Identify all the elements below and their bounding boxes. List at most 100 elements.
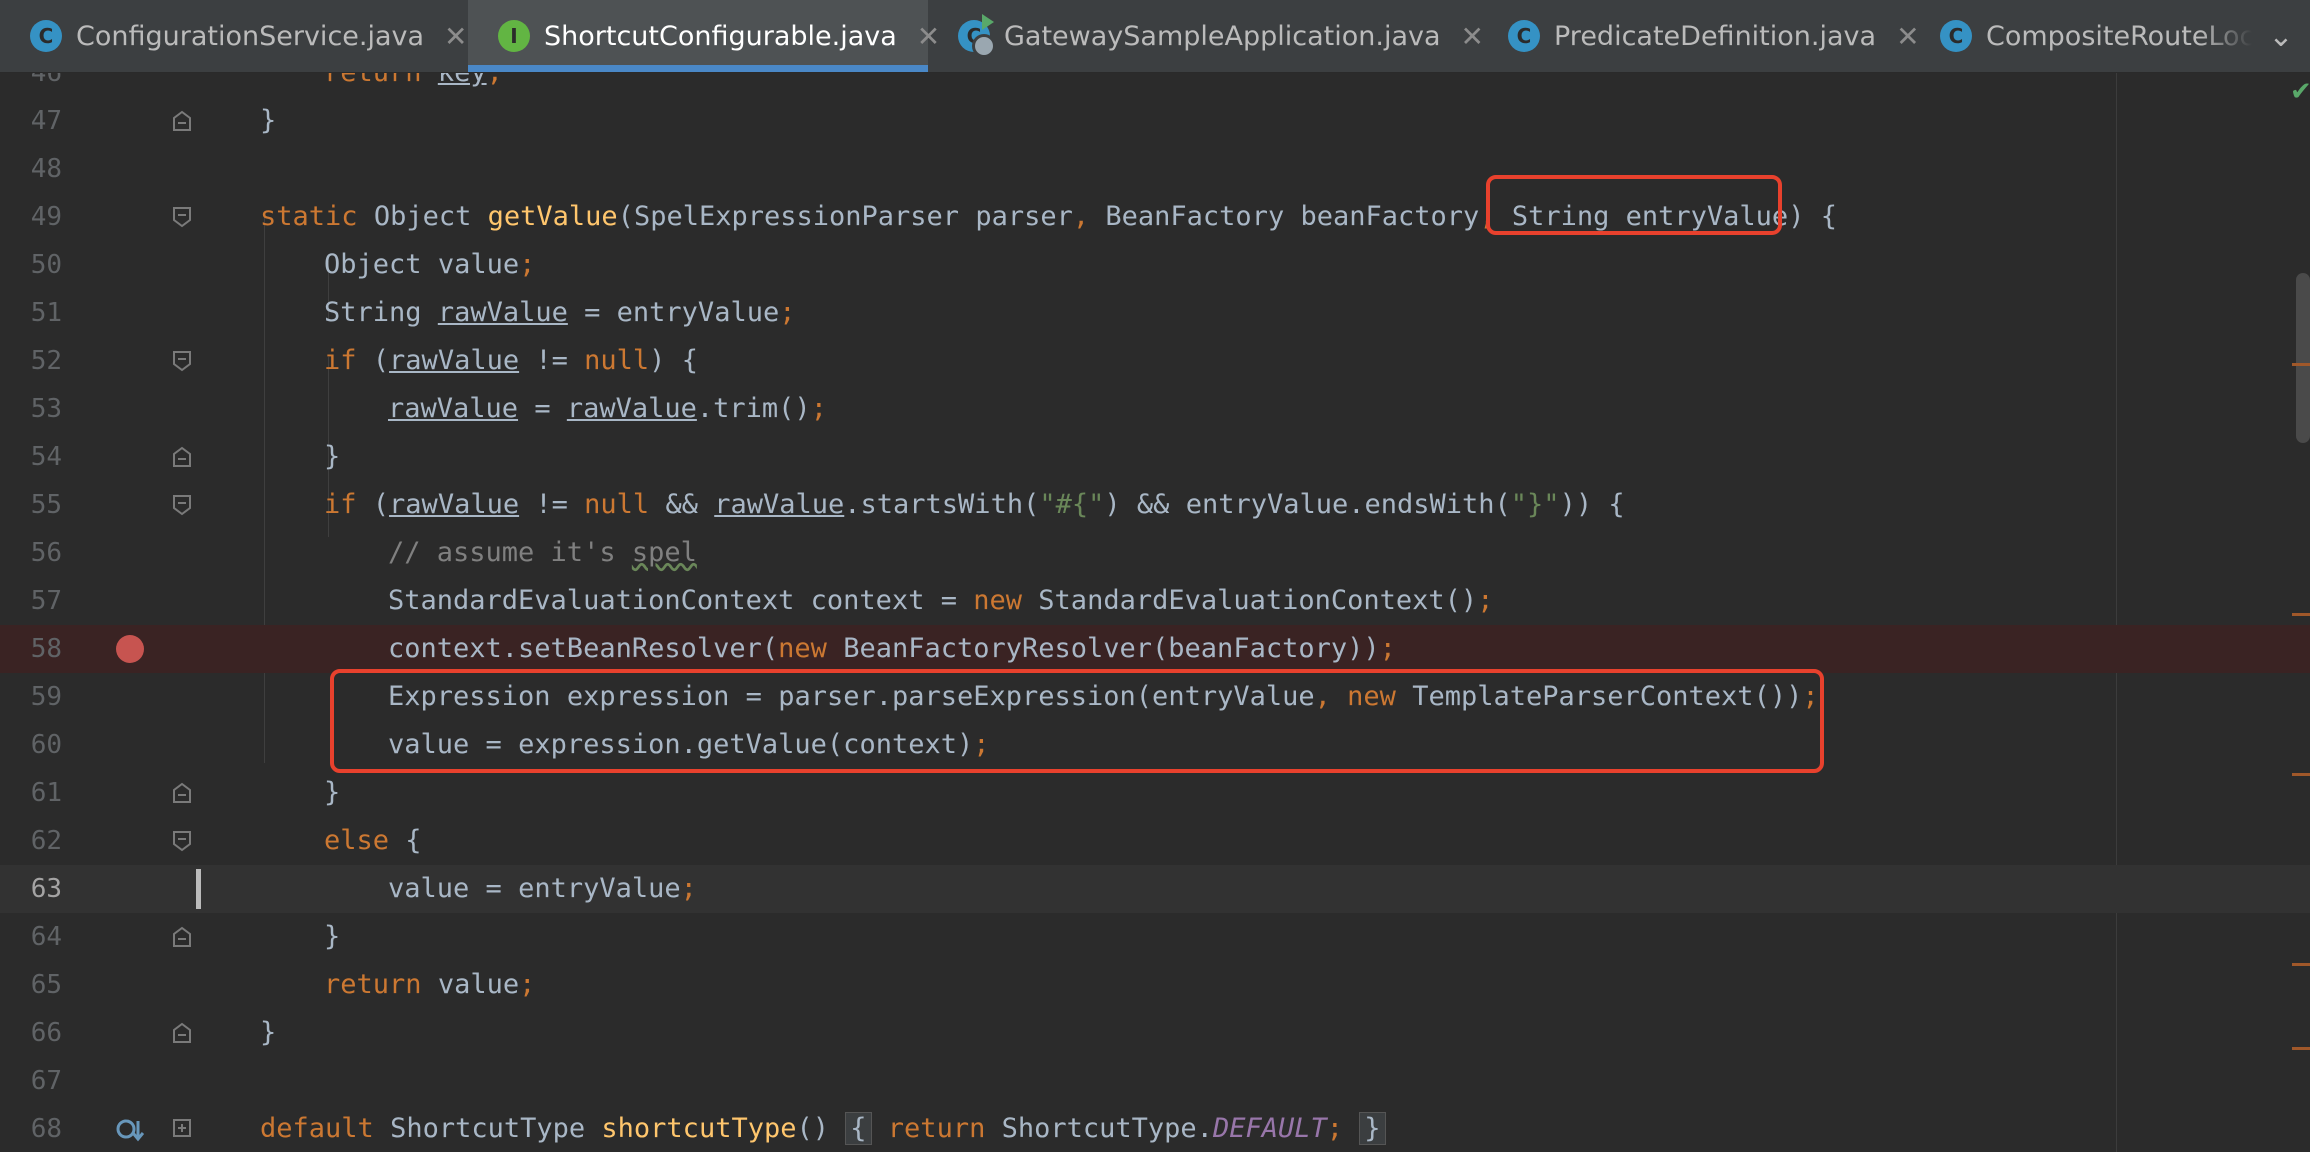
line-text: } [260, 1009, 276, 1057]
line-number: 66 [30, 1018, 62, 1048]
keyword: else [324, 825, 390, 856]
code-line[interactable]: 50 Object value; [0, 241, 2310, 289]
token: ShortcutType. [1001, 1113, 1213, 1144]
code-line[interactable]: 52 if (rawValue != null) { [0, 337, 2310, 385]
token: beanFactory [1300, 201, 1480, 232]
class-icon: C [1940, 20, 1972, 52]
code-line[interactable]: 47 } [0, 97, 2310, 145]
line-text: value = entryValue; [388, 865, 697, 913]
code-line-breakpoint[interactable]: 58 context.setBeanResolver(new BeanFacto… [0, 625, 2310, 673]
token: ; [810, 393, 827, 424]
line-number: 67 [30, 1066, 62, 1096]
token: key [438, 73, 487, 88]
line-number: 65 [30, 970, 62, 1000]
tab-shortcut-configurable[interactable]: I ShortcutConfigurable.java ✕ [468, 0, 940, 72]
line-text: String rawValue = entryValue; [324, 289, 795, 337]
token: } [324, 777, 341, 808]
chevron-down-icon[interactable]: ⌄ [2252, 0, 2310, 72]
code-line-current[interactable]: 63 value = entryValue; [0, 865, 2310, 913]
token: && [665, 489, 698, 520]
code-line[interactable]: 62 else { [0, 817, 2310, 865]
keyword: static [260, 201, 358, 232]
error-stripe-marker[interactable] [2292, 963, 2310, 966]
close-icon[interactable]: ✕ [444, 20, 467, 53]
token: ShortcutType [390, 1113, 586, 1144]
code-line[interactable]: 57 StandardEvaluationContext context = n… [0, 577, 2310, 625]
code-line[interactable]: 54 } [0, 433, 2310, 481]
line-number: 48 [30, 154, 62, 184]
code-line[interactable]: 65 return value; [0, 961, 2310, 1009]
token: ; [779, 297, 796, 328]
editor-tab-bar: C ConfigurationService.java ✕ I Shortcut… [0, 0, 2310, 73]
token: ; [1326, 1113, 1343, 1144]
fold-start-icon[interactable] [172, 350, 192, 372]
tab-fade [2200, 0, 2252, 72]
code-line[interactable]: 53 rawValue = rawValue.trim(); [0, 385, 2310, 433]
keyword: return [324, 73, 422, 88]
token: ( [617, 201, 634, 232]
token: { [405, 825, 422, 856]
error-stripe-marker[interactable] [2292, 613, 2310, 616]
code-line[interactable]: 64 } [0, 913, 2310, 961]
token: = [534, 393, 551, 424]
code-line[interactable]: 46 return key; [0, 73, 2310, 97]
line-number: 50 [30, 250, 62, 280]
code-line[interactable]: 66 } [0, 1009, 2310, 1057]
token: context [810, 585, 925, 616]
code-line[interactable]: 56 // assume it's spel [0, 529, 2310, 577]
fold-end-icon[interactable] [172, 110, 192, 132]
token: entryValue [518, 873, 681, 904]
error-stripe-marker[interactable] [2292, 773, 2310, 776]
fold-end-icon[interactable] [172, 446, 192, 468]
code-line[interactable]: 61 } [0, 769, 2310, 817]
line-text: Object value; [324, 241, 535, 289]
line-text: if (rawValue != null) { [324, 337, 698, 385]
fold-start-icon[interactable] [172, 494, 192, 516]
code-line[interactable]: 49 static Object getValue(SpelExpression… [0, 193, 2310, 241]
token: ; [519, 249, 536, 280]
token: } [260, 1017, 277, 1048]
tab-configuration-service[interactable]: C ConfigurationService.java ✕ [0, 0, 468, 72]
line-number: 53 [30, 394, 62, 424]
run-icon [982, 14, 994, 30]
line-number: 62 [30, 826, 62, 856]
line-number: 60 [30, 730, 62, 760]
token: { [1820, 201, 1837, 232]
error-stripe-marker[interactable] [2292, 363, 2310, 366]
code-editor[interactable]: 46 return key; 47 } 48 49 static Object … [0, 73, 2310, 1152]
folded-region[interactable]: { [845, 1112, 872, 1145]
gear-icon [972, 34, 996, 58]
line-number: 49 [30, 202, 62, 232]
implementation-icon[interactable] [114, 1115, 145, 1143]
scrollbar-thumb[interactable] [2296, 273, 2310, 443]
fold-start-icon[interactable] [172, 830, 192, 852]
code-line[interactable]: 51 String rawValue = entryValue; [0, 289, 2310, 337]
tab-gateway-sample-application[interactable]: C GatewaySampleApplication.java ✕ [928, 0, 1484, 72]
error-stripe-marker[interactable] [2292, 1047, 2310, 1050]
constant: DEFAULT [1212, 1113, 1327, 1144]
tab-predicate-definition[interactable]: C PredicateDefinition.java ✕ [1478, 0, 1920, 72]
method-name: shortcutType [601, 1113, 797, 1144]
token: rawValue [388, 393, 519, 424]
folded-region[interactable]: } [1359, 1112, 1386, 1145]
code-line[interactable]: 48 [0, 145, 2310, 193]
token: } [324, 441, 341, 472]
code-line[interactable]: 68 default ShortcutType shortcutType() {… [0, 1105, 2310, 1152]
keyword: if [324, 489, 357, 520]
line-text: // assume it's spel [388, 529, 697, 577]
line-text: } [260, 97, 276, 145]
breakpoint-icon[interactable] [116, 635, 144, 663]
code-line[interactable]: 55 if (rawValue != null && rawValue.star… [0, 481, 2310, 529]
comment: // assume it's [388, 537, 632, 568]
fold-end-icon[interactable] [172, 1022, 192, 1044]
code-line[interactable]: 67 [0, 1057, 2310, 1105]
comment: spel [631, 537, 697, 568]
fold-end-icon[interactable] [172, 782, 192, 804]
expand-icon[interactable] [172, 1118, 192, 1140]
tab-label: ConfigurationService.java [76, 20, 425, 52]
checkmark-icon[interactable]: ✔ [2290, 77, 2310, 107]
fold-end-icon[interactable] [172, 926, 192, 948]
token: BeanFactoryResolver(beanFactory)) [843, 633, 1380, 664]
fold-start-icon[interactable] [172, 206, 192, 228]
line-text: context.setBeanResolver(new BeanFactoryR… [388, 625, 1396, 673]
